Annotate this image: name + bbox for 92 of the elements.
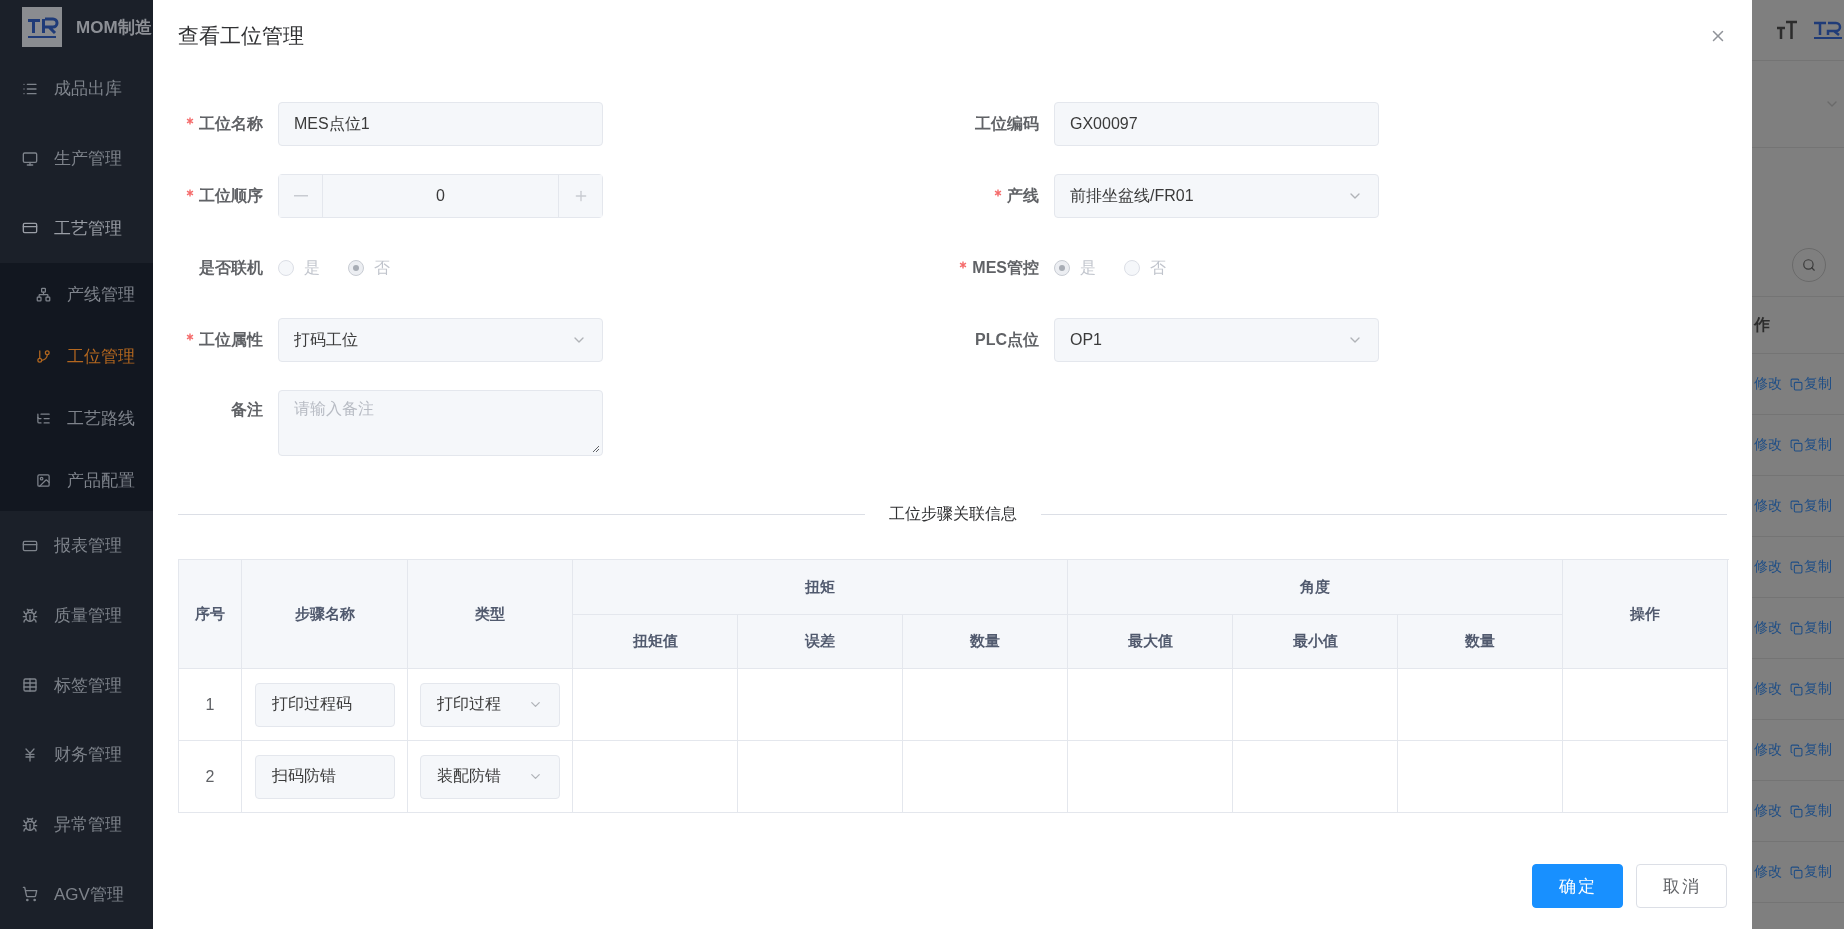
copy-icon (1790, 438, 1803, 452)
edit-link[interactable]: 修改 (1754, 436, 1782, 454)
column-header: 扭矩 (573, 560, 1068, 615)
required-asterisk-icon (186, 116, 194, 125)
confirm-button[interactable]: 确定 (1532, 864, 1623, 908)
select-field[interactable]: 前排坐盆线/FR01 (1054, 174, 1379, 218)
resize-handle-icon[interactable] (592, 445, 600, 453)
required-asterisk-icon (959, 260, 968, 269)
column-header: 操作 (1563, 560, 1728, 669)
text-input[interactable]: GX00097 (1054, 102, 1379, 146)
copy-icon (1790, 377, 1803, 391)
column-header: 最大值 (1068, 615, 1233, 669)
logo-icon (22, 7, 62, 47)
edit-link[interactable]: 修改 (1754, 802, 1782, 820)
column-header: 数量 (903, 615, 1068, 669)
menu-item[interactable]: 成品出库 (0, 54, 153, 124)
field-label: 工位属性 (178, 329, 278, 351)
copy-link[interactable]: 复制 (1790, 497, 1832, 515)
copy-link[interactable]: 复制 (1790, 619, 1832, 637)
column-header: 序号 (179, 560, 242, 669)
font-size-icon (1776, 19, 1798, 41)
logo-icon (1812, 19, 1842, 41)
submenu-item[interactable]: 产线管理 (0, 263, 153, 325)
copy-link[interactable]: 复制 (1790, 863, 1832, 881)
copy-icon (1790, 743, 1803, 757)
submenu-item[interactable]: 工位管理 (0, 325, 153, 387)
edit-link[interactable]: 修改 (1754, 863, 1782, 881)
copy-link[interactable]: 复制 (1790, 375, 1832, 393)
edit-link[interactable]: 修改 (1754, 375, 1782, 393)
menu-item[interactable]: 质量管理 (0, 580, 153, 651)
field-label: PLC点位 (974, 329, 1040, 350)
section-title: 工位步骤关联信息 (888, 504, 1017, 524)
column-header: 类型 (408, 560, 573, 669)
required-asterisk-icon (186, 188, 194, 197)
number-input[interactable]: 0 (278, 174, 603, 218)
menu-item[interactable]: 生产管理 (0, 123, 153, 194)
field-label: 产线 (954, 185, 1054, 207)
copy-icon (1790, 560, 1803, 574)
step-name-input[interactable]: 扫码防错 (254, 754, 395, 799)
required-asterisk-icon (186, 332, 194, 341)
copy-icon (1790, 682, 1803, 696)
text-input[interactable]: MES点位1 (278, 102, 603, 146)
copy-icon (1790, 499, 1803, 513)
copy-link[interactable]: 复制 (1790, 558, 1832, 576)
edit-link[interactable]: 修改 (1754, 558, 1782, 576)
column-header: 数量 (1398, 615, 1563, 669)
edit-link[interactable]: 修改 (1754, 680, 1782, 698)
menu-item[interactable]: 工艺管理 (0, 193, 153, 263)
column-header: 扭矩值 (573, 615, 738, 669)
dialog-title: 查看工位管理 (178, 23, 304, 49)
submenu-item[interactable]: 工艺路线 (0, 387, 153, 449)
edit-link[interactable]: 修改 (1754, 619, 1782, 637)
required-asterisk-icon (994, 188, 1002, 197)
select-field[interactable]: OP1 (1054, 318, 1379, 362)
column-header: 角度 (1068, 560, 1563, 615)
column-header: 作 (1752, 296, 1844, 354)
edit-link[interactable]: 修改 (1754, 497, 1782, 515)
column-header: 步骤名称 (242, 560, 408, 669)
menu-item[interactable]: 异常管理 (0, 789, 153, 860)
copy-link[interactable]: 复制 (1790, 680, 1832, 698)
copy-icon (1790, 804, 1803, 818)
minus-icon (293, 195, 308, 197)
field-label: 是否联机 (198, 257, 264, 278)
field-label: 工位顺序 (178, 185, 278, 207)
field-label: 备注 (230, 400, 264, 420)
copy-icon (1790, 865, 1803, 879)
copy-link[interactable]: 复制 (1790, 741, 1832, 759)
copy-link[interactable]: 复制 (1790, 802, 1832, 820)
table-cell: 2 (179, 741, 242, 813)
increment-button[interactable] (558, 175, 602, 217)
field-label: 工位名称 (178, 113, 278, 135)
select-field[interactable]: 打码工位 (278, 318, 603, 362)
menu-item[interactable]: AGV管理 (0, 859, 153, 929)
field-label: 工位编码 (974, 113, 1040, 134)
decrement-button[interactable] (279, 175, 323, 217)
copy-link[interactable]: 复制 (1790, 436, 1832, 454)
step-name-input[interactable]: 打印过程码 (254, 682, 395, 727)
cancel-button[interactable]: 取消 (1636, 864, 1727, 908)
menu-item[interactable]: 财务管理 (0, 720, 153, 790)
field-label: MES管控 (954, 257, 1054, 279)
column-header: 误差 (738, 615, 903, 669)
search-icon (1802, 258, 1816, 272)
menu-item[interactable]: 标签管理 (0, 650, 153, 721)
submenu-item[interactable]: 产品配置 (0, 449, 153, 511)
brand-name: MOM制造 (76, 16, 152, 39)
table-cell: 1 (179, 669, 242, 741)
edit-link[interactable]: 修改 (1754, 741, 1782, 759)
type-select[interactable]: 打印过程 (420, 682, 560, 727)
type-select[interactable]: 装配防错 (420, 754, 560, 799)
menu-item[interactable]: 报表管理 (0, 511, 153, 581)
copy-icon (1790, 621, 1803, 635)
column-header: 最小值 (1233, 615, 1398, 669)
